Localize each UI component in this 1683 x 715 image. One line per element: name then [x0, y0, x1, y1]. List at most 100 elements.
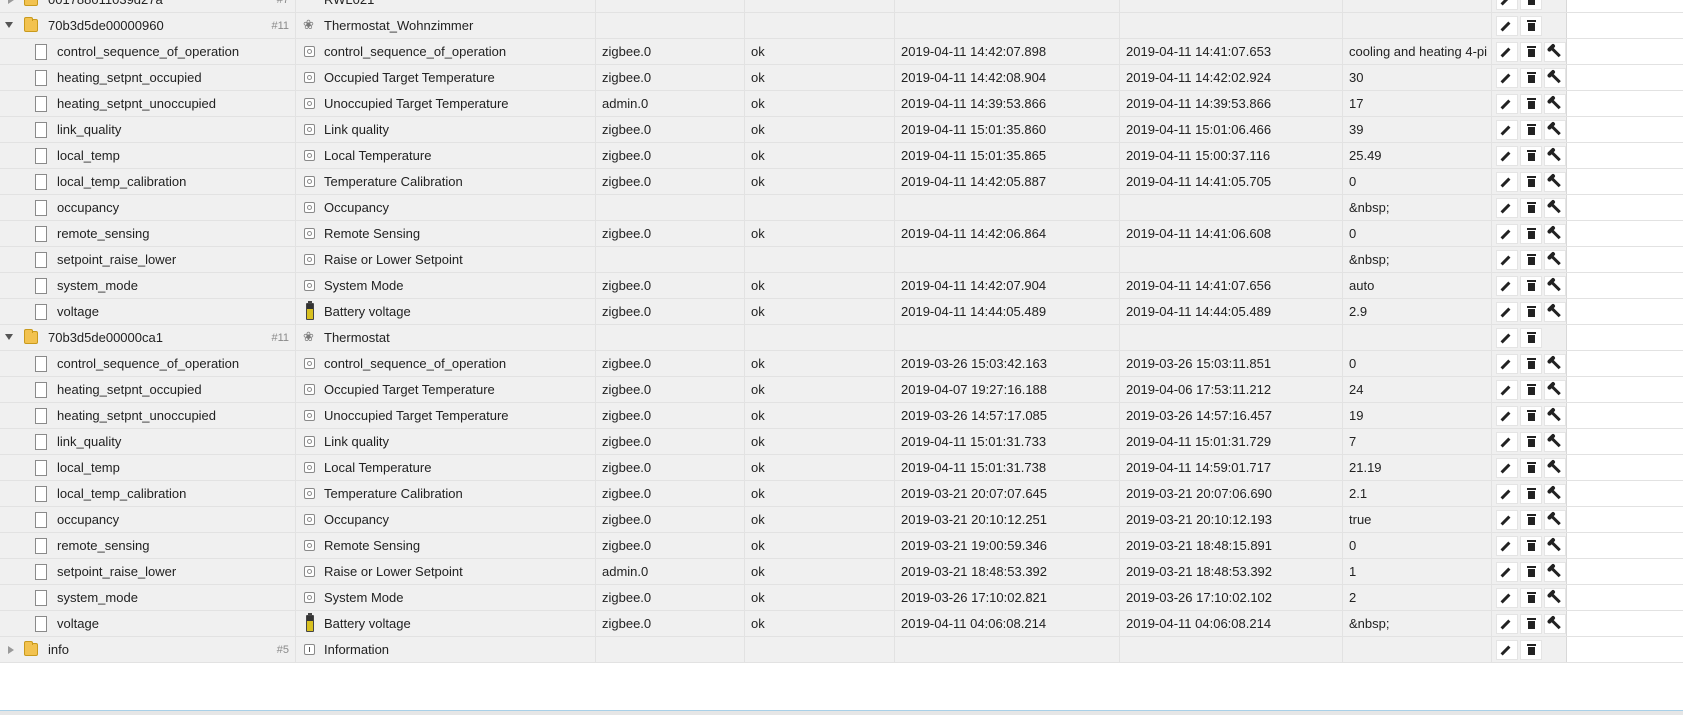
delete-button[interactable]: [1520, 250, 1542, 270]
delete-button[interactable]: [1520, 354, 1542, 374]
edit-button[interactable]: [1496, 198, 1518, 218]
edit-button[interactable]: [1496, 120, 1518, 140]
delete-button[interactable]: [1520, 640, 1542, 660]
delete-button[interactable]: [1520, 510, 1542, 530]
state-row[interactable]: local_temp_calibration Temperature Calibr…: [0, 481, 1683, 507]
folder-row[interactable]: 001788011039d27a #7 RWL021: [0, 0, 1683, 13]
value-cell[interactable]: 25.49: [1343, 143, 1492, 168]
state-row[interactable]: setpoint_raise_lower Raise or Lower Setpo…: [0, 247, 1683, 273]
edit-button[interactable]: [1496, 380, 1518, 400]
delete-button[interactable]: [1520, 588, 1542, 608]
config-button[interactable]: [1544, 198, 1566, 218]
value-cell[interactable]: cooling and heating 4-pi: [1343, 39, 1492, 64]
collapse-icon[interactable]: [5, 334, 13, 340]
config-button[interactable]: [1544, 484, 1566, 504]
state-row[interactable]: system_mode System Mode zigbee.0 ok 2019-03-…: [0, 585, 1683, 611]
state-row[interactable]: local_temp_calibration Temperature Calibr…: [0, 169, 1683, 195]
state-row[interactable]: system_mode System Mode zigbee.0 ok 2019-04-…: [0, 273, 1683, 299]
delete-button[interactable]: [1520, 432, 1542, 452]
delete-button[interactable]: [1520, 328, 1542, 348]
state-row[interactable]: heating_setpnt_unoccupied Unoccupied Targ…: [0, 91, 1683, 117]
state-row[interactable]: control_sequence_of_operation control_seq…: [0, 39, 1683, 65]
delete-button[interactable]: [1520, 16, 1542, 36]
value-cell[interactable]: 19: [1343, 403, 1492, 428]
state-row[interactable]: remote_sensing Remote Sensing zigbee.0 ok 20…: [0, 533, 1683, 559]
config-button[interactable]: [1544, 120, 1566, 140]
value-cell[interactable]: 0: [1343, 351, 1492, 376]
value-cell[interactable]: 2.9: [1343, 299, 1492, 324]
state-row[interactable]: link_quality Link quality zigbee.0 ok 2019-0…: [0, 117, 1683, 143]
edit-button[interactable]: [1496, 588, 1518, 608]
value-cell[interactable]: 1: [1343, 559, 1492, 584]
delete-button[interactable]: [1520, 68, 1542, 88]
config-button[interactable]: [1544, 42, 1566, 62]
config-button[interactable]: [1544, 432, 1566, 452]
edit-button[interactable]: [1496, 432, 1518, 452]
edit-button[interactable]: [1496, 484, 1518, 504]
delete-button[interactable]: [1520, 0, 1542, 10]
value-cell[interactable]: true: [1343, 507, 1492, 532]
config-button[interactable]: [1544, 276, 1566, 296]
edit-button[interactable]: [1496, 510, 1518, 530]
config-button[interactable]: [1544, 302, 1566, 322]
config-button[interactable]: [1544, 614, 1566, 634]
state-row[interactable]: heating_setpnt_occupied Occupied Target T…: [0, 65, 1683, 91]
edit-button[interactable]: [1496, 94, 1518, 114]
edit-button[interactable]: [1496, 614, 1518, 634]
value-cell[interactable]: 0: [1343, 221, 1492, 246]
edit-button[interactable]: [1496, 406, 1518, 426]
folder-row[interactable]: 70b3d5de00000ca1 #11 ❀ Thermostat: [0, 325, 1683, 351]
value-cell[interactable]: 30: [1343, 65, 1492, 90]
state-row[interactable]: voltage Battery voltage zigbee.0 ok 2019-04-…: [0, 299, 1683, 325]
value-cell[interactable]: [1343, 0, 1492, 12]
value-cell[interactable]: [1343, 637, 1492, 662]
config-button[interactable]: [1544, 380, 1566, 400]
edit-button[interactable]: [1496, 536, 1518, 556]
delete-button[interactable]: [1520, 224, 1542, 244]
delete-button[interactable]: [1520, 120, 1542, 140]
expand-icon[interactable]: [8, 0, 14, 4]
delete-button[interactable]: [1520, 198, 1542, 218]
edit-button[interactable]: [1496, 16, 1518, 36]
delete-button[interactable]: [1520, 94, 1542, 114]
config-button[interactable]: [1544, 406, 1566, 426]
edit-button[interactable]: [1496, 250, 1518, 270]
value-cell[interactable]: 2: [1343, 585, 1492, 610]
delete-button[interactable]: [1520, 172, 1542, 192]
delete-button[interactable]: [1520, 406, 1542, 426]
value-cell[interactable]: 0: [1343, 169, 1492, 194]
delete-button[interactable]: [1520, 146, 1542, 166]
edit-button[interactable]: [1496, 328, 1518, 348]
delete-button[interactable]: [1520, 536, 1542, 556]
delete-button[interactable]: [1520, 562, 1542, 582]
state-row[interactable]: voltage Battery voltage zigbee.0 ok 2019-04-…: [0, 611, 1683, 637]
config-button[interactable]: [1544, 588, 1566, 608]
delete-button[interactable]: [1520, 380, 1542, 400]
state-row[interactable]: link_quality Link quality zigbee.0 ok 2019-0…: [0, 429, 1683, 455]
value-cell[interactable]: [1343, 325, 1492, 350]
delete-button[interactable]: [1520, 484, 1542, 504]
edit-button[interactable]: [1496, 0, 1518, 10]
value-cell[interactable]: 39: [1343, 117, 1492, 142]
edit-button[interactable]: [1496, 302, 1518, 322]
value-cell[interactable]: 0: [1343, 533, 1492, 558]
config-button[interactable]: [1544, 68, 1566, 88]
config-button[interactable]: [1544, 172, 1566, 192]
delete-button[interactable]: [1520, 42, 1542, 62]
value-cell[interactable]: &nbsp;: [1343, 611, 1492, 636]
value-cell[interactable]: &nbsp;: [1343, 195, 1492, 220]
config-button[interactable]: [1544, 250, 1566, 270]
delete-button[interactable]: [1520, 458, 1542, 478]
config-button[interactable]: [1544, 94, 1566, 114]
config-button[interactable]: [1544, 536, 1566, 556]
delete-button[interactable]: [1520, 614, 1542, 634]
value-cell[interactable]: 21.19: [1343, 455, 1492, 480]
edit-button[interactable]: [1496, 224, 1518, 244]
value-cell[interactable]: [1343, 13, 1492, 38]
edit-button[interactable]: [1496, 640, 1518, 660]
edit-button[interactable]: [1496, 146, 1518, 166]
config-button[interactable]: [1544, 224, 1566, 244]
state-row[interactable]: setpoint_raise_lower Raise or Lower Setpo…: [0, 559, 1683, 585]
delete-button[interactable]: [1520, 302, 1542, 322]
state-row[interactable]: local_temp Local Temperature zigbee.0 ok 201…: [0, 143, 1683, 169]
